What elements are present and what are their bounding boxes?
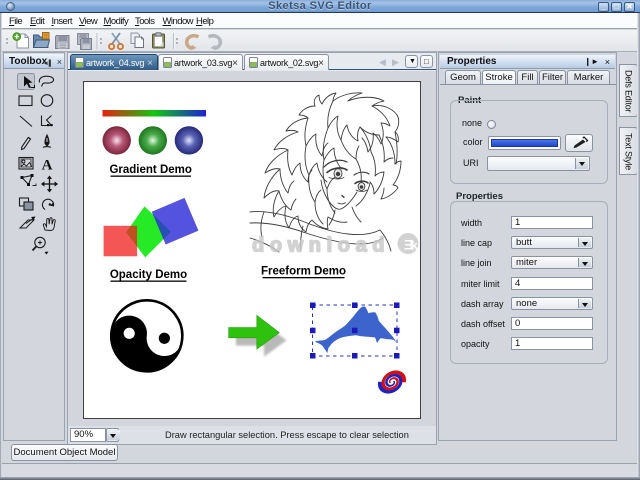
svg-text:download: download [252,235,390,257]
svg-text:Gradient Demo: Gradient Demo [109,164,191,176]
svg-text:A: A [42,158,53,174]
svg-text:Opacity Demo: Opacity Demo [110,269,187,281]
svg-text:k: k [411,239,418,253]
svg-text:Freeform Demo: Freeform Demo [261,266,346,278]
